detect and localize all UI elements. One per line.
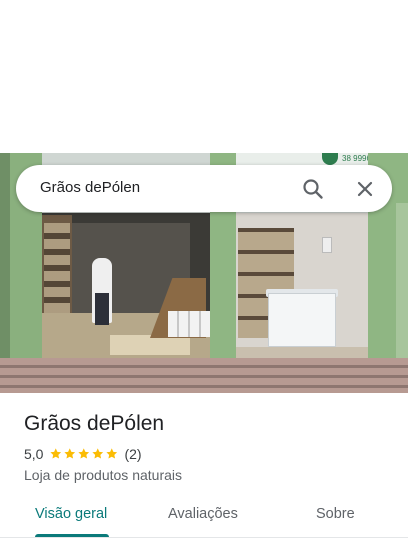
- tab-overview[interactable]: Visão geral: [35, 506, 107, 522]
- active-tab-indicator: [35, 534, 109, 537]
- search-query-text[interactable]: Grãos dePólen: [40, 179, 140, 196]
- star-icon: [50, 448, 62, 459]
- search-bar[interactable]: Grãos dePólen: [16, 165, 392, 212]
- star-icon: [78, 448, 90, 459]
- star-icon: [64, 448, 76, 459]
- chest-freezer: [268, 293, 336, 347]
- star-icon: [106, 448, 117, 459]
- blank-header-area: [0, 0, 408, 153]
- tab-reviews[interactable]: Avaliações: [168, 506, 238, 522]
- close-icon: [357, 181, 373, 197]
- right-wall-edge: [396, 203, 408, 363]
- person-legs: [95, 293, 109, 325]
- rating-stars: [49, 447, 118, 461]
- search-icon: [303, 179, 323, 199]
- close-button[interactable]: [352, 176, 378, 202]
- tab-about[interactable]: Sobre: [316, 506, 355, 522]
- product-bags: [168, 311, 210, 337]
- place-category[interactable]: Loja de produtos naturais: [24, 467, 182, 483]
- review-count[interactable]: (2): [124, 446, 141, 462]
- rating-value: 5,0: [24, 446, 44, 462]
- place-tabs: Visão geral Avaliações Sobre: [0, 500, 408, 546]
- star-icon: [92, 448, 103, 459]
- search-button[interactable]: [300, 176, 326, 202]
- tabs-divider: [0, 537, 408, 538]
- wall-outlet: [322, 237, 332, 253]
- place-title: Grãos dePólen: [24, 412, 165, 435]
- entrance-steps: [0, 358, 408, 393]
- floor-sunlight: [110, 335, 190, 355]
- left-wall-shadow: [0, 153, 10, 363]
- rating-row[interactable]: 5,0 (2): [24, 446, 142, 462]
